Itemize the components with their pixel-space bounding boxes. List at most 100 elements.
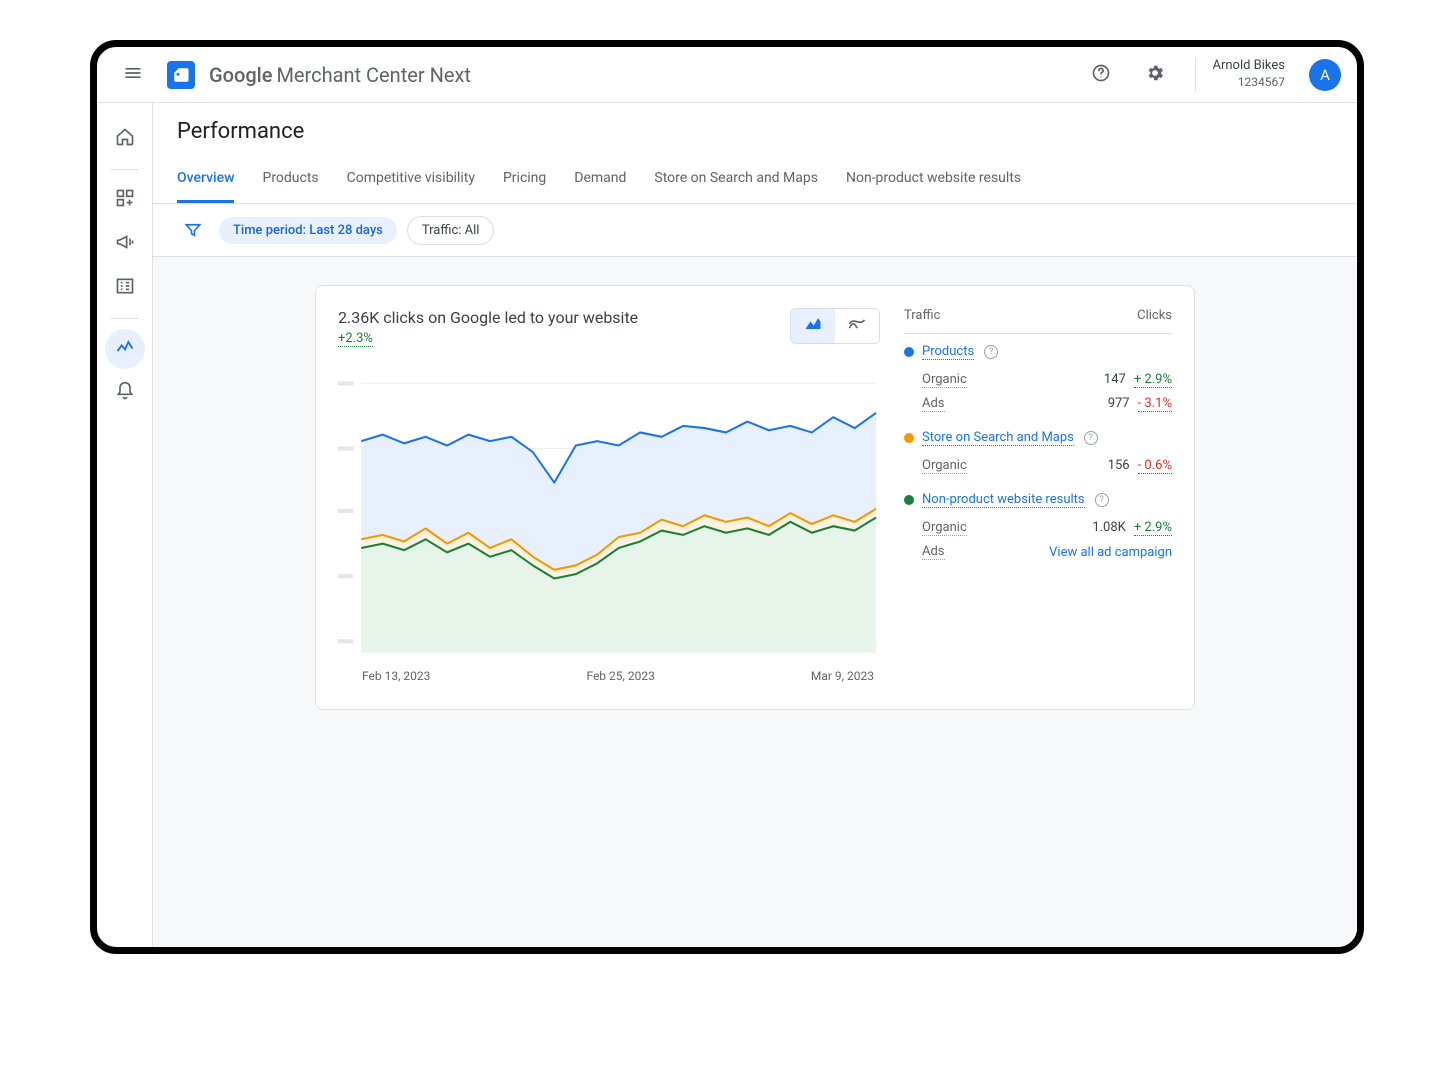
chip-time-period[interactable]: Time period: Last 28 days xyxy=(219,217,397,244)
view-all-link[interactable]: View all ad campaign xyxy=(1049,545,1172,560)
legend-dot xyxy=(904,433,914,443)
legend-row: Organic 156 - 0.6% xyxy=(904,454,1172,478)
page-head: Performance xyxy=(153,103,1357,144)
tab-non-product-website-results[interactable]: Non-product website results xyxy=(846,156,1021,203)
hamburger-icon xyxy=(123,63,143,86)
nav-business[interactable] xyxy=(105,268,145,308)
help-icon[interactable]: ? xyxy=(1084,431,1098,445)
tab-demand[interactable]: Demand xyxy=(574,156,626,203)
filter-bar: Time period: Last 28 days Traffic: All xyxy=(153,204,1357,257)
legend-row-label: Ads xyxy=(922,544,945,560)
content-area: 2.36K clicks on Google led to your websi… xyxy=(153,257,1357,947)
chart: Feb 13, 2023 Feb 25, 2023 Mar 9, 2023 xyxy=(338,363,880,683)
xtick: Feb 25, 2023 xyxy=(586,669,654,683)
legend-row-label: Organic xyxy=(922,372,967,388)
tabs: Overview Products Competitive visibility Pr… xyxy=(153,156,1357,204)
toggle-area-chart[interactable] xyxy=(791,309,835,343)
avatar-initial: A xyxy=(1320,66,1330,84)
legend-row-value: 156 - 0.6% xyxy=(1108,458,1172,474)
legend-row-label: Ads xyxy=(922,396,945,412)
grid-add-icon xyxy=(115,188,135,212)
tab-pricing[interactable]: Pricing xyxy=(503,156,546,203)
xtick: Mar 9, 2023 xyxy=(811,669,874,683)
legend-dot xyxy=(904,347,914,357)
home-icon xyxy=(115,127,135,151)
body: Performance Overview Products Competitive … xyxy=(97,103,1357,947)
tab-overview[interactable]: Overview xyxy=(177,156,234,203)
left-nav xyxy=(97,103,153,947)
legend-dot xyxy=(904,495,914,505)
page-title: Performance xyxy=(177,119,1333,144)
main: Performance Overview Products Competitive … xyxy=(153,103,1357,947)
nav-performance[interactable] xyxy=(105,329,145,369)
help-button[interactable] xyxy=(1081,55,1121,95)
legend-row-label: Organic xyxy=(922,458,967,474)
legend-row: Organic 1.08K + 2.9% xyxy=(904,516,1172,540)
toggle-line-chart[interactable] xyxy=(835,309,879,343)
legend-row: Ads 977 - 3.1% xyxy=(904,392,1172,416)
legend-title-link[interactable]: Non-product website results xyxy=(922,492,1085,508)
legend-row: Organic 147 + 2.9% xyxy=(904,368,1172,392)
multiline-chart-icon xyxy=(847,314,867,338)
clicks-card: 2.36K clicks on Google led to your websi… xyxy=(315,285,1195,710)
menu-button[interactable] xyxy=(113,55,153,95)
xtick: Feb 13, 2023 xyxy=(362,669,430,683)
legend-value: 156 xyxy=(1108,458,1130,473)
device-frame: Google Merchant Center Next Arnold Bikes… xyxy=(90,40,1364,954)
legend-group: Non-product website results? Organic 1.08K… xyxy=(904,492,1172,564)
card-delta: +2.3% xyxy=(338,331,373,347)
legend-row: Ads View all ad campaign xyxy=(904,540,1172,564)
legend-value: 1.08K xyxy=(1092,520,1126,535)
legend-delta: + 2.9% xyxy=(1134,372,1172,388)
tab-competitive-visibility[interactable]: Competitive visibility xyxy=(347,156,475,203)
card-title: 2.36K clicks on Google led to your websi… xyxy=(338,308,638,327)
settings-button[interactable] xyxy=(1135,55,1175,95)
nav-marketing[interactable] xyxy=(105,224,145,264)
help-icon[interactable]: ? xyxy=(984,345,998,359)
tab-products[interactable]: Products xyxy=(262,156,318,203)
legend-group: Products? Organic 147 + 2.9% Ads 977 - 3.1% xyxy=(904,344,1172,416)
legend-header: Traffic Clicks xyxy=(904,308,1172,334)
legend-row-value: 1.08K + 2.9% xyxy=(1092,520,1172,536)
card-left: 2.36K clicks on Google led to your websi… xyxy=(338,308,880,683)
help-icon[interactable]: ? xyxy=(1095,493,1109,507)
merchant-center-logo xyxy=(167,61,195,89)
area-chart-icon xyxy=(803,314,823,338)
gear-icon xyxy=(1145,63,1165,86)
avatar[interactable]: A xyxy=(1309,59,1341,91)
legend-title-link[interactable]: Products xyxy=(922,344,974,360)
legend-col-traffic: Traffic xyxy=(904,308,940,323)
legend-delta: - 0.6% xyxy=(1138,458,1172,474)
account-id: 1234567 xyxy=(1212,75,1285,91)
nav-home[interactable] xyxy=(105,119,145,159)
legend-panel: Traffic Clicks Products? Organic 147 + 2.9%… xyxy=(904,308,1172,683)
legend-delta: - 3.1% xyxy=(1138,396,1172,412)
legend-value: 977 xyxy=(1108,396,1130,411)
top-bar: Google Merchant Center Next Arnold Bikes… xyxy=(97,47,1357,103)
x-axis-ticks: Feb 13, 2023 Feb 25, 2023 Mar 9, 2023 xyxy=(338,669,880,683)
chart-type-toggle xyxy=(790,308,880,344)
nav-notifications[interactable] xyxy=(105,373,145,413)
legend-group: Store on Search and Maps? Organic 156 - 0.6… xyxy=(904,430,1172,478)
legend-title-row: Store on Search and Maps? xyxy=(904,430,1172,446)
filter-icon[interactable] xyxy=(177,214,209,246)
bell-icon xyxy=(115,381,135,405)
legend-row-label: Organic xyxy=(922,520,967,536)
building-icon xyxy=(115,276,135,300)
help-icon xyxy=(1091,63,1111,86)
analytics-icon xyxy=(115,337,135,361)
account-info: Arnold Bikes 1234567 xyxy=(1195,58,1285,90)
legend-title-link[interactable]: Store on Search and Maps xyxy=(922,430,1074,446)
legend-value: 147 xyxy=(1104,372,1126,387)
legend-col-clicks: Clicks xyxy=(1137,308,1172,323)
nav-products[interactable] xyxy=(105,180,145,220)
tab-store-on-search-and-maps[interactable]: Store on Search and Maps xyxy=(654,156,818,203)
legend-delta: + 2.9% xyxy=(1134,520,1172,536)
legend-row-value: 977 - 3.1% xyxy=(1108,396,1172,412)
brand-title: Google Merchant Center Next xyxy=(209,63,471,87)
brand-rest: Merchant Center Next xyxy=(276,63,470,87)
account-name: Arnold Bikes xyxy=(1212,58,1285,75)
chip-traffic[interactable]: Traffic: All xyxy=(407,216,495,245)
legend-title-row: Non-product website results? xyxy=(904,492,1172,508)
legend-row-value: 147 + 2.9% xyxy=(1104,372,1172,388)
